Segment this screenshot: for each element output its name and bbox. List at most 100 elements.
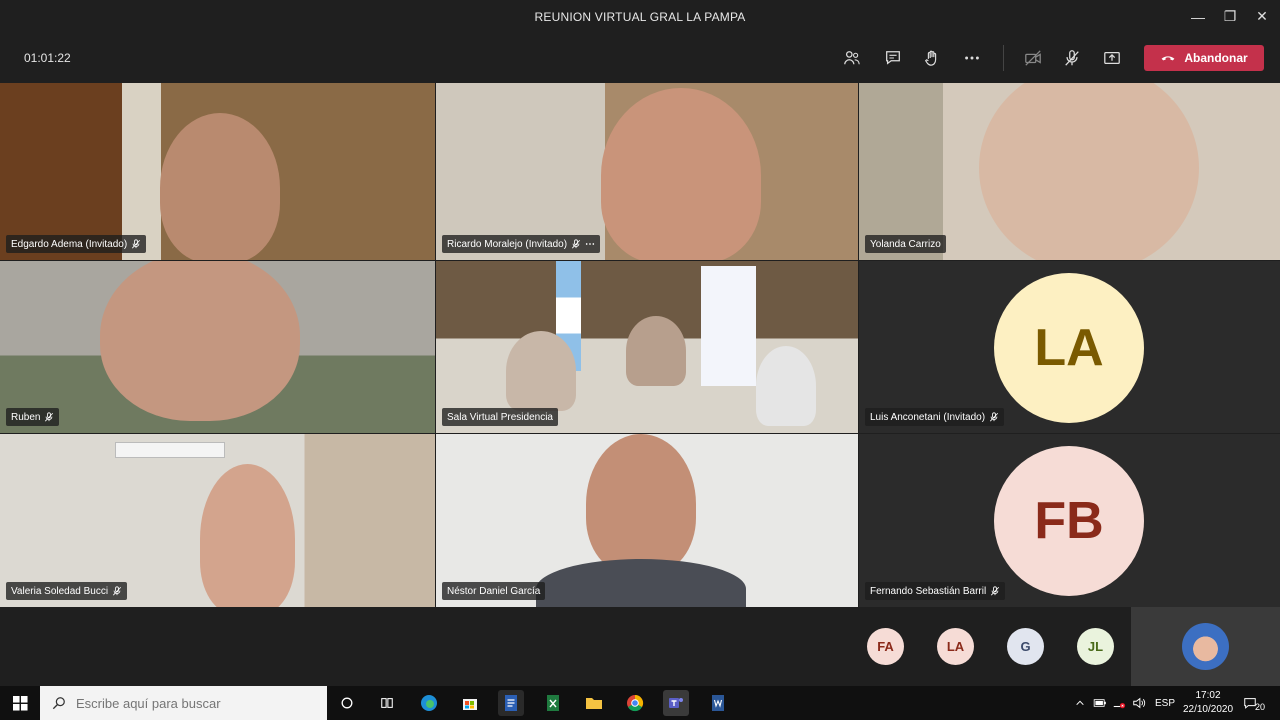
- camera-off-icon: [1025, 50, 1041, 66]
- video-tile[interactable]: Sala Virtual Presidencia: [436, 261, 858, 433]
- participant-figure: [200, 464, 295, 607]
- overflow-avatar[interactable]: FA: [867, 628, 904, 665]
- self-avatar: [1182, 623, 1229, 670]
- start-button[interactable]: [0, 686, 40, 720]
- participant-name: Ruben: [11, 411, 41, 423]
- cortana-button[interactable]: [334, 690, 360, 716]
- more-options-button[interactable]: [958, 45, 986, 71]
- more-icon[interactable]: [585, 239, 595, 249]
- folder-icon: [586, 698, 602, 709]
- mic-muted-icon: [991, 586, 1000, 596]
- mic-toggle-button[interactable]: [1058, 45, 1086, 71]
- battery-icon: [1093, 699, 1106, 707]
- chevron-up-icon: [1076, 700, 1084, 706]
- video-tile[interactable]: Néstor Daniel García: [436, 434, 858, 607]
- participant-name: Edgardo Adema (Invitado): [11, 238, 128, 250]
- participant-name: Fernando Sebastián Barril: [870, 585, 987, 597]
- clock-time: 17:02: [1195, 690, 1221, 701]
- windows-icon: [12, 695, 28, 711]
- participant-name: Ricardo Moralejo (Invitado): [447, 238, 568, 250]
- share-icon: [1104, 51, 1120, 65]
- search-icon: [52, 697, 65, 710]
- video-tile[interactable]: Valeria Soledad Bucci: [0, 434, 435, 607]
- word-icon: [712, 695, 724, 711]
- battery-button[interactable]: [1092, 686, 1108, 720]
- network-button[interactable]: [1111, 686, 1127, 720]
- volume-icon: [1133, 697, 1146, 709]
- store-button[interactable]: [457, 690, 483, 716]
- participant-avatar: LA: [994, 273, 1144, 423]
- participant-figure: [586, 434, 696, 574]
- tray-overflow-button[interactable]: [1072, 686, 1088, 720]
- participant-figure: [100, 261, 300, 421]
- mic-muted-icon: [572, 239, 581, 249]
- teams-button[interactable]: [663, 690, 689, 716]
- chat-icon: [886, 51, 900, 65]
- avatar-tile[interactable]: LA Luis Anconetani (Invitado): [859, 261, 1280, 433]
- notifications-button[interactable]: 20: [1240, 686, 1268, 720]
- more-icon: [965, 56, 979, 60]
- chrome-icon: [627, 694, 644, 712]
- volume-button[interactable]: [1130, 686, 1148, 720]
- overflow-avatar[interactable]: G: [1007, 628, 1044, 665]
- leave-button[interactable]: Abandonar: [1144, 45, 1264, 71]
- edge-icon: [421, 695, 437, 711]
- participant-nametag: Néstor Daniel García: [442, 582, 546, 600]
- notepad-button[interactable]: [498, 690, 524, 716]
- video-tile[interactable]: Edgardo Adema (Invitado): [0, 83, 435, 260]
- participant-nametag: Luis Anconetani (Invitado): [865, 408, 1005, 426]
- participant-name: Sala Virtual Presidencia: [447, 411, 553, 423]
- mic-muted-icon: [990, 412, 999, 422]
- chat-button[interactable]: [879, 45, 907, 71]
- edge-button[interactable]: [416, 690, 442, 716]
- close-button[interactable]: ✕: [1242, 0, 1280, 33]
- excel-button[interactable]: [540, 690, 566, 716]
- video-tile[interactable]: Ruben: [0, 261, 435, 433]
- excel-icon: [547, 695, 559, 711]
- file-explorer-button[interactable]: [581, 690, 607, 716]
- overflow-bar: FA LA G JL: [0, 607, 1280, 686]
- avatar-tile[interactable]: FB Fernando Sebastián Barril: [859, 434, 1280, 607]
- participant-name: Néstor Daniel García: [447, 585, 541, 597]
- taskbar-clock[interactable]: 17:02 22/10/2020: [1180, 689, 1236, 717]
- hangup-icon: [1161, 56, 1175, 61]
- word-button[interactable]: [705, 690, 731, 716]
- taskbar: ESP 17:02 22/10/2020 20: [0, 686, 1280, 720]
- chrome-button[interactable]: [622, 690, 648, 716]
- flag-banner: [701, 266, 756, 386]
- camera-toggle-button[interactable]: [1019, 45, 1047, 71]
- participant-figure: [506, 331, 576, 411]
- task-view-button[interactable]: [374, 690, 400, 716]
- participant-name: Valeria Soledad Bucci: [11, 585, 109, 597]
- self-view[interactable]: [1131, 607, 1280, 686]
- language-indicator[interactable]: ESP: [1152, 686, 1178, 720]
- participants-button[interactable]: [838, 45, 866, 71]
- video-grid: Edgardo Adema (Invitado) Ricardo Moralej…: [0, 83, 1280, 607]
- participant-nametag: Valeria Soledad Bucci: [6, 582, 128, 600]
- overflow-avatar[interactable]: JL: [1077, 628, 1114, 665]
- participant-figure: [756, 346, 816, 426]
- participant-nametag: Ricardo Moralejo (Invitado): [442, 235, 601, 253]
- teams-icon: [669, 698, 683, 708]
- share-screen-button[interactable]: [1098, 45, 1126, 71]
- participant-figure: [601, 88, 761, 260]
- participant-avatar: FB: [994, 446, 1144, 596]
- mic-muted-icon: [132, 239, 141, 249]
- raise-hand-button[interactable]: [918, 45, 946, 71]
- video-tile[interactable]: Ricardo Moralejo (Invitado): [436, 83, 858, 260]
- document-icon: [505, 695, 517, 711]
- toolbar-divider: [1003, 45, 1004, 71]
- overflow-avatar[interactable]: LA: [937, 628, 974, 665]
- participant-name: Luis Anconetani (Invitado): [870, 411, 986, 423]
- taskbar-search[interactable]: [40, 686, 327, 720]
- participant-nametag: Yolanda Carrizo: [865, 235, 946, 253]
- cortana-icon: [341, 697, 353, 709]
- task-view-icon: [381, 698, 393, 708]
- clock-date: 22/10/2020: [1182, 704, 1234, 715]
- search-input[interactable]: [76, 695, 316, 711]
- mic-off-icon: [1065, 50, 1079, 66]
- air-conditioner: [115, 442, 225, 458]
- hand-icon: [924, 50, 937, 66]
- participants-icon: [844, 51, 860, 65]
- video-tile[interactable]: Yolanda Carrizo: [859, 83, 1280, 260]
